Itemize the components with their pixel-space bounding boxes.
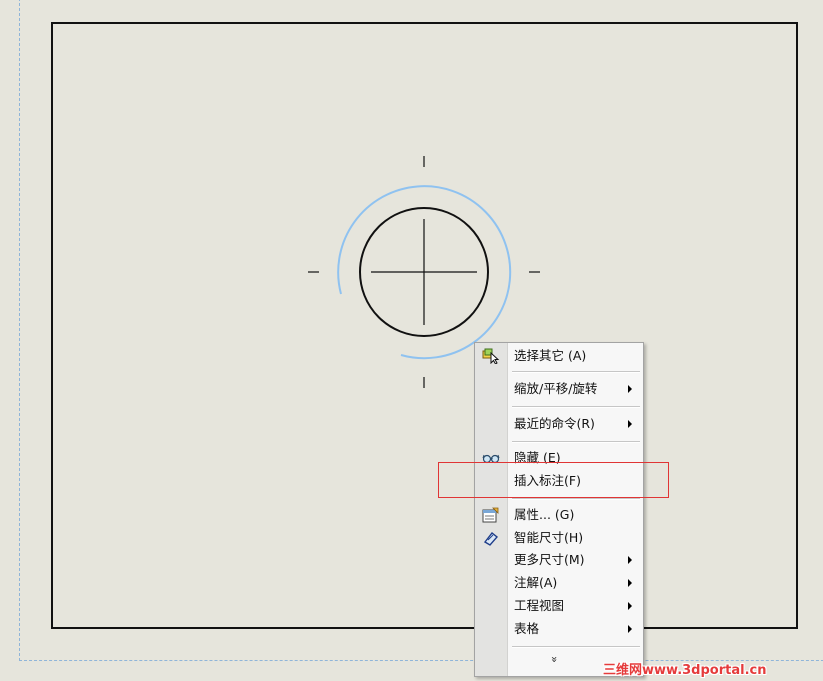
- menu-item-recent-commands[interactable]: 最近的命令(R): [475, 413, 643, 435]
- menu-item-properties[interactable]: 属性... (G): [475, 504, 643, 526]
- submenu-arrow-icon: [628, 385, 632, 393]
- menu-item-zoom-pan-rotate[interactable]: 缩放/平移/旋转: [475, 378, 643, 400]
- menu-item-label: 表格: [514, 621, 540, 636]
- menu-separator: [512, 371, 640, 373]
- menu-item-label: 注解(A): [514, 575, 558, 590]
- menu-item-smart-dimension[interactable]: 智能尺寸(H): [475, 527, 643, 549]
- context-menu: 选择其它 (A) 缩放/平移/旋转 最近的命令(R) 隐藏 (E) 插入标注(F…: [474, 342, 644, 677]
- menu-item-tables[interactable]: 表格: [475, 618, 643, 640]
- submenu-arrow-icon: [628, 602, 632, 610]
- menu-item-annotations[interactable]: 注解(A): [475, 572, 643, 594]
- menu-item-label: 最近的命令(R): [514, 416, 595, 431]
- menu-separator: [512, 646, 640, 648]
- smart-dimension-icon: [482, 530, 500, 546]
- menu-item-drawing-view[interactable]: 工程视图: [475, 595, 643, 617]
- drawing-canvas: [308, 156, 540, 388]
- menu-item-label: 工程视图: [514, 598, 565, 613]
- menu-item-select-other[interactable]: 选择其它 (A): [475, 345, 643, 367]
- submenu-arrow-icon: [628, 579, 632, 587]
- select-other-icon: [482, 348, 500, 365]
- watermark: 三维网www.3dportal.cn: [603, 663, 767, 678]
- menu-separator: [512, 441, 640, 443]
- submenu-arrow-icon: [628, 625, 632, 633]
- menu-item-more-dimensions[interactable]: 更多尺寸(M): [475, 549, 643, 571]
- menu-separator: [512, 406, 640, 408]
- menu-item-label: 智能尺寸(H): [514, 530, 584, 545]
- submenu-arrow-icon: [628, 556, 632, 564]
- properties-icon: [482, 507, 500, 523]
- menu-item-label: 更多尺寸(M): [514, 552, 585, 567]
- menu-item-label: 选择其它 (A): [514, 348, 587, 363]
- annotation-highlight-box: [438, 462, 669, 498]
- menu-separator: [512, 498, 640, 500]
- submenu-arrow-icon: [628, 420, 632, 428]
- menu-item-label: 属性... (G): [514, 507, 575, 522]
- menu-item-label: 缩放/平移/旋转: [514, 381, 598, 396]
- menu-expand-chevron-icon[interactable]: »: [548, 656, 561, 663]
